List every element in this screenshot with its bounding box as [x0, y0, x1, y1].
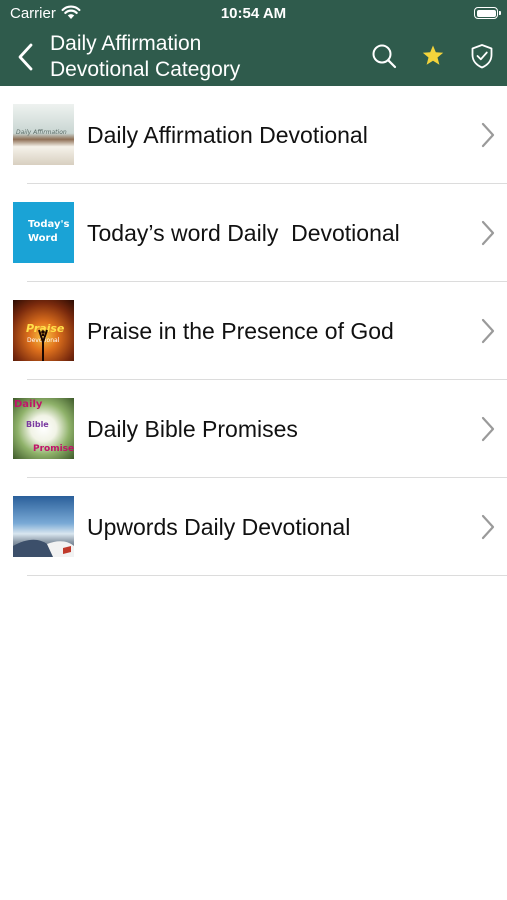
list-item[interactable]: Today's Word Today’s word Daily Devotion…	[0, 184, 507, 282]
list-item[interactable]: Upwords Daily Devotional	[0, 478, 507, 576]
page-title: Daily Affirmation Devotional Category	[50, 31, 240, 83]
battery-icon	[474, 7, 501, 19]
silhouette-icon	[38, 329, 48, 361]
chevron-right-icon	[481, 220, 495, 246]
book-thumbnail: Daily Affirmation	[13, 104, 74, 165]
list-item-label: Today’s word Daily Devotional	[87, 220, 400, 246]
todays-word-thumbnail: Today's Word	[13, 202, 74, 263]
chevron-right-icon	[481, 416, 495, 442]
row-divider	[27, 575, 507, 576]
list-item[interactable]: Daily Affirmation Daily Affirmation Devo…	[0, 86, 507, 184]
open-book-icon	[13, 539, 74, 557]
thumbnail-caption-line1: Today's	[28, 219, 70, 230]
page-title-line1: Daily Affirmation	[50, 32, 202, 55]
sky-bible-thumbnail	[13, 496, 74, 557]
list-item[interactable]: Daily Bible Promise Daily Bible Promises	[0, 380, 507, 478]
clock: 10:54 AM	[220, 5, 287, 22]
back-chevron-icon[interactable]	[14, 41, 38, 73]
navigation-bar: Daily Affirmation Devotional Category	[0, 28, 507, 86]
chevron-right-icon	[481, 514, 495, 540]
search-icon[interactable]	[370, 42, 398, 70]
category-list: Daily Affirmation Daily Affirmation Devo…	[0, 86, 507, 576]
sunset-praise-thumbnail: Praise Devotional	[13, 300, 74, 361]
thumbnail-caption-line3: Promise	[33, 444, 74, 454]
status-bar: Carrier 10:54 AM	[0, 0, 507, 28]
chevron-right-icon	[481, 318, 495, 344]
page-title-line2: Devotional Category	[50, 58, 241, 81]
thumbnail-caption-line1: Daily	[14, 399, 43, 410]
list-item-label: Daily Bible Promises	[87, 416, 298, 442]
list-item-label: Upwords Daily Devotional	[87, 514, 351, 540]
thumbnail-caption-line2: Bible	[26, 420, 49, 429]
list-item-label: Praise in the Presence of God	[87, 318, 394, 344]
list-item-label: Daily Affirmation Devotional	[87, 122, 368, 148]
thumbnail-caption: Daily Affirmation	[16, 129, 67, 136]
shield-check-icon[interactable]	[468, 42, 496, 70]
rose-promise-thumbnail: Daily Bible Promise	[13, 398, 74, 459]
thumbnail-caption-line2: Word	[28, 233, 58, 244]
list-item[interactable]: Praise Devotional Praise in the Presence…	[0, 282, 507, 380]
star-icon[interactable]	[419, 42, 447, 70]
chevron-right-icon	[481, 122, 495, 148]
